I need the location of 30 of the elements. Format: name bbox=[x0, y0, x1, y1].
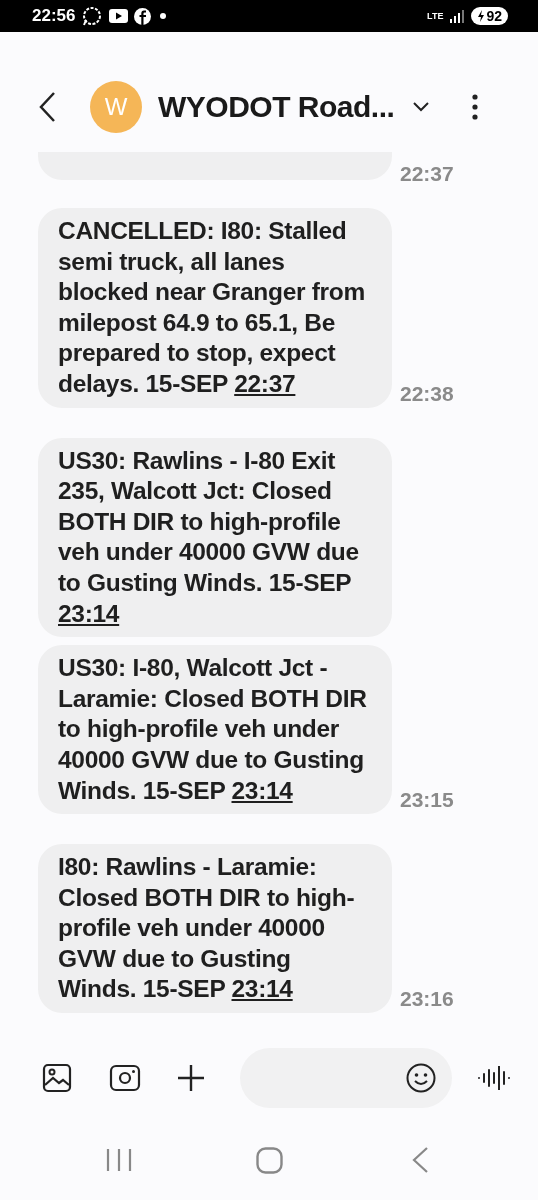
more-options-icon[interactable] bbox=[472, 94, 479, 120]
message-time: 23:16 bbox=[400, 987, 454, 1012]
message-time: 22:37 bbox=[400, 162, 454, 186]
time-link[interactable]: 23:14 bbox=[231, 975, 293, 1003]
message-time: 23:15 bbox=[400, 788, 454, 813]
message-bubble: I80: Rawlins - Laramie: Closed BOTH DIR to high-profile veh under 40000 GVW due to Gusting Winds. 15-SEP 23:14 bbox=[38, 844, 392, 1014]
recent-apps-icon[interactable] bbox=[106, 1148, 132, 1172]
message-bubble: CANCELLED: I80: Stalled semi truck, all lanes blocked near Granger from milepost 64.9 to 65.1, Be prepared to stop, expect delays. 15-SEP 22:37 bbox=[38, 208, 392, 408]
emoji-icon[interactable] bbox=[406, 1063, 436, 1093]
battery-level: 92 bbox=[486, 8, 502, 24]
time-link[interactable]: 23:14 bbox=[231, 776, 293, 804]
voice-input-icon[interactable] bbox=[477, 1066, 511, 1090]
message-bubble: US30: Rawlins - I-80 Exit 235, Walcott Jct: Closed BOTH DIR to high-profile veh under 40000 GVW due to Gusting Winds. 15-SEP 23:14 bbox=[38, 437, 392, 638]
video-play-icon bbox=[109, 9, 129, 23]
network-type: LTE bbox=[427, 11, 444, 21]
signal-icon bbox=[449, 9, 466, 23]
chat-bubble-icon bbox=[81, 6, 104, 26]
message-bubble: US30: I-80, Walcott Jct - Laramie: Closed BOTH DIR to high-profile veh under 40000 GVW due to Gusting Winds. 15-SEP 23:14 bbox=[38, 645, 392, 815]
status-time: 22:56 bbox=[32, 6, 76, 26]
social-app-icon bbox=[134, 7, 152, 25]
conversation-title[interactable]: WYODOT Road... bbox=[158, 90, 395, 124]
add-icon[interactable] bbox=[176, 1063, 206, 1093]
gallery-icon[interactable] bbox=[42, 1063, 72, 1093]
time-link[interactable]: 23:14 bbox=[58, 599, 120, 627]
time-link[interactable]: 22:37 bbox=[234, 369, 296, 397]
message-time: 22:38 bbox=[400, 381, 454, 406]
chevron-down-icon[interactable] bbox=[412, 101, 431, 113]
camera-icon[interactable] bbox=[109, 1064, 141, 1092]
charging-icon bbox=[477, 10, 486, 22]
home-icon[interactable] bbox=[256, 1147, 283, 1174]
